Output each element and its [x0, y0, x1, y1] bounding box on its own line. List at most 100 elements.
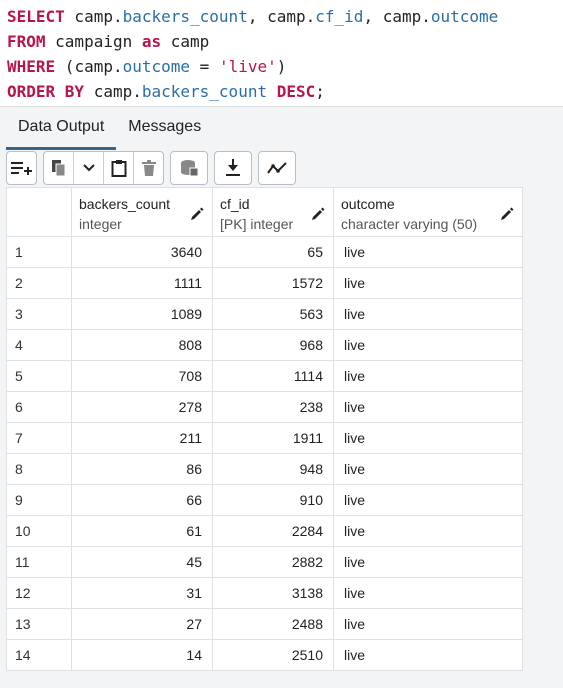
cell-outcome[interactable]: live: [333, 608, 523, 640]
add-row-button[interactable]: [6, 151, 37, 185]
header-row: backers_count integer cf_id [PK] integer…: [6, 187, 523, 237]
table-row[interactable]: 3 1089 563 live: [6, 298, 523, 330]
cell-cf-id[interactable]: 1114: [212, 360, 334, 392]
column-type: character varying (50): [341, 216, 478, 232]
column-name: outcome: [341, 196, 395, 212]
sql-field: backers_count: [122, 7, 248, 26]
sql-text: camp.: [84, 82, 142, 101]
cell-backers-count[interactable]: 31: [71, 577, 213, 609]
column-name: backers_count: [79, 196, 171, 212]
cell-backers-count[interactable]: 14: [71, 639, 213, 671]
delete-button[interactable]: [133, 152, 163, 184]
row-number: 10: [6, 515, 72, 547]
edit-icon[interactable]: [500, 207, 514, 221]
results-toolbar: [6, 151, 296, 185]
query-line-3: WHERE (camp.outcome = 'live'): [7, 54, 563, 79]
cell-cf-id[interactable]: 563: [212, 298, 334, 330]
cell-outcome[interactable]: live: [333, 577, 523, 609]
table-row[interactable]: 10 61 2284 live: [6, 515, 523, 547]
row-number: 7: [6, 422, 72, 454]
cell-backers-count[interactable]: 3640: [71, 236, 213, 268]
table-row[interactable]: 7 211 1911 live: [6, 422, 523, 454]
cell-backers-count[interactable]: 808: [71, 329, 213, 361]
cell-cf-id[interactable]: 2284: [212, 515, 334, 547]
graph-visualiser-button[interactable]: [258, 151, 296, 185]
table-row[interactable]: 8 86 948 live: [6, 453, 523, 485]
cell-cf-id[interactable]: 2488: [212, 608, 334, 640]
cell-cf-id[interactable]: 910: [212, 484, 334, 516]
cell-cf-id[interactable]: 3138: [212, 577, 334, 609]
cell-outcome[interactable]: live: [333, 453, 523, 485]
results-panel: Data Output Messages backers_count integ…: [0, 106, 563, 688]
download-icon: [226, 159, 240, 176]
paste-button[interactable]: [103, 152, 133, 184]
column-header-backers-count[interactable]: backers_count integer: [71, 187, 213, 237]
paste-icon: [111, 160, 126, 177]
sql-text: ;: [315, 82, 325, 101]
query-line-2: FROM campaign as camp: [7, 29, 563, 54]
sql-text: , camp.: [363, 7, 431, 26]
cell-backers-count[interactable]: 66: [71, 484, 213, 516]
cell-cf-id[interactable]: 65: [212, 236, 334, 268]
copy-options-dropdown[interactable]: [73, 152, 103, 184]
cell-cf-id[interactable]: 2510: [212, 639, 334, 671]
download-button[interactable]: [214, 151, 252, 185]
table-row[interactable]: 14 14 2510 live: [6, 639, 523, 671]
row-number: 6: [6, 391, 72, 423]
table-row[interactable]: 2 1111 1572 live: [6, 267, 523, 299]
row-number: 13: [6, 608, 72, 640]
cell-backers-count[interactable]: 211: [71, 422, 213, 454]
cell-backers-count[interactable]: 1089: [71, 298, 213, 330]
table-row[interactable]: 12 31 3138 live: [6, 577, 523, 609]
cell-outcome[interactable]: live: [333, 236, 523, 268]
cell-backers-count[interactable]: 86: [71, 453, 213, 485]
edit-icon[interactable]: [311, 207, 325, 221]
cell-cf-id[interactable]: 238: [212, 391, 334, 423]
cell-backers-count[interactable]: 278: [71, 391, 213, 423]
tab-data-output[interactable]: Data Output: [6, 109, 117, 150]
tab-messages[interactable]: Messages: [116, 109, 213, 147]
copy-button[interactable]: [44, 152, 73, 184]
cell-outcome[interactable]: live: [333, 391, 523, 423]
save-data-button[interactable]: [170, 151, 208, 185]
cell-backers-count[interactable]: 708: [71, 360, 213, 392]
table-row[interactable]: 1 3640 65 live: [6, 236, 523, 268]
cell-backers-count[interactable]: 61: [71, 515, 213, 547]
results-tabs: Data Output Messages: [6, 109, 213, 150]
save-data-icon: [181, 160, 198, 177]
cell-backers-count[interactable]: 27: [71, 608, 213, 640]
cell-outcome[interactable]: live: [333, 484, 523, 516]
edit-icon[interactable]: [190, 207, 204, 221]
cell-outcome[interactable]: live: [333, 360, 523, 392]
column-header-cf-id[interactable]: cf_id [PK] integer: [212, 187, 334, 237]
cell-backers-count[interactable]: 45: [71, 546, 213, 578]
table-row[interactable]: 9 66 910 live: [6, 484, 523, 516]
column-header-outcome[interactable]: outcome character varying (50): [333, 187, 523, 237]
sql-keyword: as: [141, 32, 162, 51]
row-number: 14: [6, 639, 72, 671]
cell-cf-id[interactable]: 1572: [212, 267, 334, 299]
table-row[interactable]: 4 808 968 live: [6, 329, 523, 361]
cell-cf-id[interactable]: 2882: [212, 546, 334, 578]
cell-outcome[interactable]: live: [333, 267, 523, 299]
cell-outcome[interactable]: live: [333, 639, 523, 671]
query-editor[interactable]: SELECT camp.backers_count, camp.cf_id, c…: [0, 0, 563, 106]
cell-outcome[interactable]: live: [333, 515, 523, 547]
table-row[interactable]: 13 27 2488 live: [6, 608, 523, 640]
table-row[interactable]: 5 708 1114 live: [6, 360, 523, 392]
cell-cf-id[interactable]: 948: [212, 453, 334, 485]
cell-cf-id[interactable]: 1911: [212, 422, 334, 454]
row-number: 3: [6, 298, 72, 330]
cell-backers-count[interactable]: 1111: [71, 267, 213, 299]
column-type: integer: [79, 216, 122, 232]
cell-outcome[interactable]: live: [333, 329, 523, 361]
row-number: 11: [6, 546, 72, 578]
cell-outcome[interactable]: live: [333, 546, 523, 578]
cell-outcome[interactable]: live: [333, 422, 523, 454]
cell-outcome[interactable]: live: [333, 298, 523, 330]
cell-cf-id[interactable]: 968: [212, 329, 334, 361]
add-row-icon: [10, 162, 32, 175]
sql-keyword: WHERE: [7, 57, 56, 76]
table-row[interactable]: 6 278 238 live: [6, 391, 523, 423]
table-row[interactable]: 11 45 2882 live: [6, 546, 523, 578]
